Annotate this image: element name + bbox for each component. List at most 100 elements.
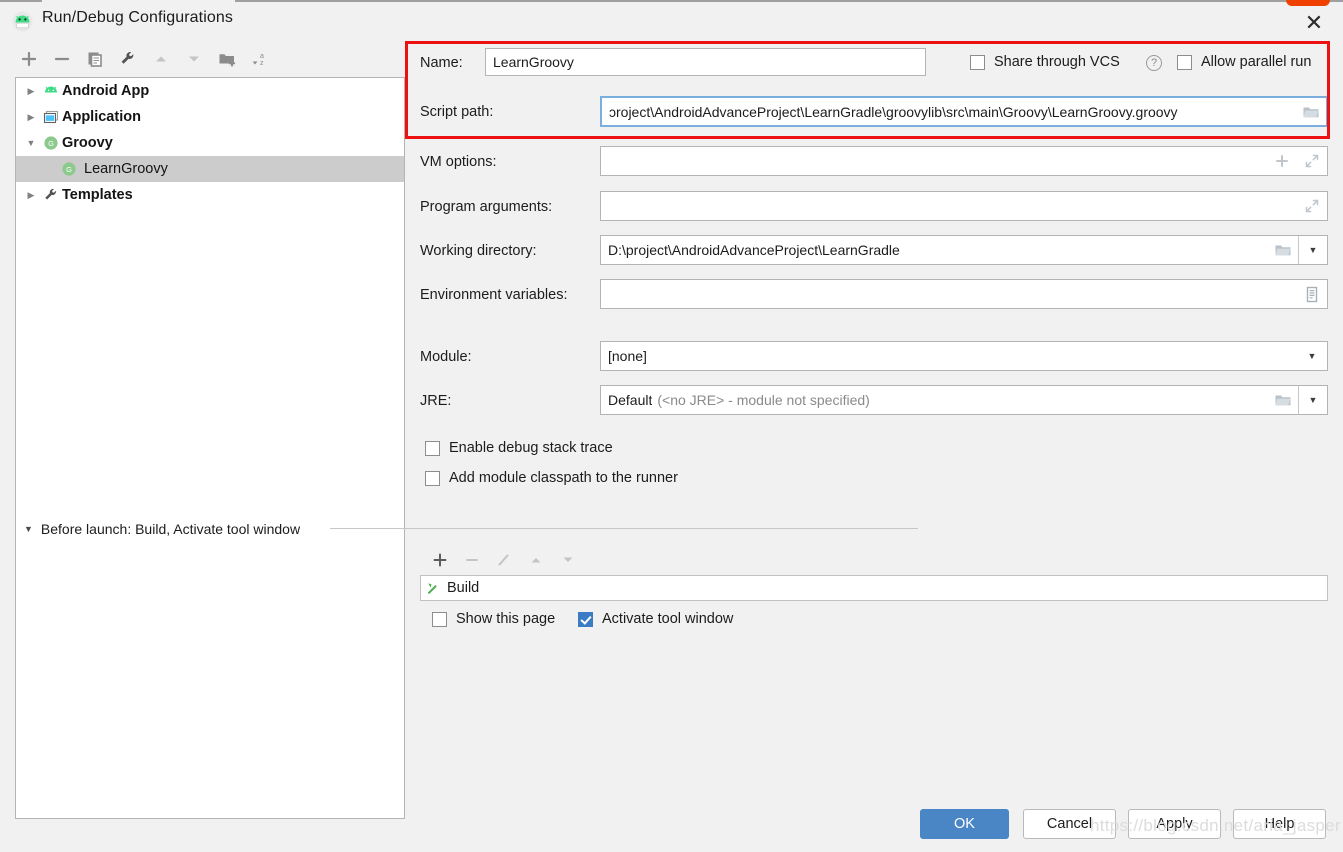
add-macro-icon[interactable] [1267,147,1297,175]
script-path-input[interactable]: ɔroject\AndroidAdvanceProject\LearnGradl… [600,96,1328,127]
chevron-right-icon[interactable]: ▶ [22,112,40,123]
groovy-icon: G [58,161,80,177]
module-value: [none] [608,348,647,364]
jre-value: Default [608,392,653,408]
allow-parallel-run-checkbox[interactable]: Allow parallel run [1177,54,1311,70]
activate-tool-window-checkbox[interactable]: Activate tool window [578,611,733,627]
checkbox-box[interactable] [425,470,440,486]
jre-dropdown[interactable]: ▼ [1298,386,1327,414]
build-hammer-icon [421,580,447,596]
show-this-page-label: Show this page [456,611,556,627]
working-directory-input[interactable]: D:\project\AndroidAdvanceProject\LearnGr… [600,235,1328,265]
android-icon [40,83,62,99]
browse-folder-icon[interactable] [1296,98,1326,125]
expand-editor-icon[interactable] [1297,147,1327,175]
move-down-button[interactable] [179,44,209,74]
before-launch-divider [330,528,918,529]
before-launch-down-button[interactable] [553,545,583,575]
tree-item-templates[interactable]: ▶ Templates [16,182,404,208]
edit-templates-button[interactable] [113,44,143,74]
name-input[interactable]: LearnGroovy [485,48,926,76]
name-label: Name: [420,55,463,71]
checkbox-box[interactable] [425,440,440,456]
chevron-down-icon[interactable]: ▼ [22,138,40,148]
before-launch-add-button[interactable] [425,545,455,575]
script-path-label: Script path: [420,104,494,120]
before-launch-edit-button[interactable] [489,545,519,575]
before-launch-task-row[interactable]: Build [420,575,1328,601]
browse-folder-icon[interactable] [1268,236,1298,264]
share-through-vcs-label: Share through VCS [994,54,1120,70]
chevron-down-icon: ▼ [1308,245,1318,255]
vm-options-input[interactable] [600,146,1328,176]
tree-item-application[interactable]: ▶ Application [16,104,404,130]
tree-item-android-app[interactable]: ▶ Android App [16,78,404,104]
before-launch-task-label: Build [447,580,480,596]
enable-debug-stack-trace-checkbox[interactable]: Enable debug stack trace [425,440,613,456]
script-path-value: ɔroject\AndroidAdvanceProject\LearnGradl… [609,103,1178,120]
show-this-page-checkbox[interactable]: Show this page [432,611,555,627]
remove-configuration-button[interactable] [47,44,77,74]
working-directory-dropdown[interactable]: ▼ [1298,236,1327,264]
run-debug-configurations-dialog: Run/Debug Configurations ✕ a z ▶ Android… [0,0,1343,852]
environment-variables-label: Environment variables: [420,287,568,303]
ok-button[interactable]: OK [920,809,1009,839]
checkbox-box[interactable] [578,611,593,627]
help-button[interactable]: Help [1233,809,1326,839]
new-folder-button[interactable] [212,44,242,74]
chevron-down-icon[interactable]: ▼ [24,524,33,534]
module-label: Module: [420,349,472,365]
close-icon[interactable]: ✕ [1300,9,1328,37]
tree-item-groovy[interactable]: ▼ G Groovy [16,130,404,156]
configurations-toolbar: a z [14,44,294,76]
expand-editor-icon[interactable] [1297,192,1327,220]
enable-debug-stack-trace-label: Enable debug stack trace [449,440,613,456]
vm-options-label: VM options: [420,154,497,170]
add-configuration-button[interactable] [14,44,44,74]
chevron-right-icon[interactable]: ▶ [22,86,40,97]
chevron-right-icon[interactable]: ▶ [22,190,40,201]
tree-item-label: Application [62,109,141,125]
tree-item-label: Groovy [62,135,113,151]
edit-variables-icon[interactable] [1297,280,1327,308]
jre-label: JRE: [420,393,452,409]
program-arguments-label: Program arguments: [420,199,553,215]
allow-parallel-run-label: Allow parallel run [1201,54,1312,70]
environment-variables-input[interactable] [600,279,1328,309]
share-through-vcs-checkbox[interactable]: Share through VCS [970,54,1120,70]
cancel-button[interactable]: Cancel [1023,809,1116,839]
tree-item-learngroovy[interactable]: G LearnGroovy [16,156,404,182]
application-icon [40,109,62,125]
module-select[interactable]: [none] ▼ [600,341,1328,371]
sort-configurations-button[interactable]: a z [245,44,275,74]
working-directory-value: D:\project\AndroidAdvanceProject\LearnGr… [608,242,900,258]
wrench-icon [40,187,62,203]
apply-button[interactable]: Apply [1128,809,1221,839]
add-module-classpath-checkbox[interactable]: Add module classpath to the runner [425,470,678,486]
configurations-tree[interactable]: ▶ Android App ▶ Application ▼ G Groovy G… [15,77,405,819]
svg-text:G: G [48,139,54,148]
before-launch-header[interactable]: ▼ Before launch: Build, Activate tool wi… [24,521,300,537]
checkbox-box[interactable] [432,611,447,627]
android-studio-icon [12,11,33,32]
jre-hint: (<no JRE> - module not specified) [657,392,870,408]
dialog-title-bar: Run/Debug Configurations ✕ [0,2,1343,40]
browse-folder-icon[interactable] [1268,386,1298,414]
before-launch-up-button[interactable] [521,545,551,575]
before-launch-title: Before launch: Build, Activate tool wind… [40,521,301,537]
before-launch-toolbar [425,545,625,573]
chevron-down-icon[interactable]: ▼ [1297,342,1327,370]
program-arguments-input[interactable] [600,191,1328,221]
move-up-button[interactable] [146,44,176,74]
working-directory-label: Working directory: [420,243,537,259]
configuration-form: Name: LearnGroovy Share through VCS ? Al… [405,41,1343,801]
groovy-icon: G [40,135,62,151]
activate-tool-window-label: Activate tool window [602,611,734,627]
before-launch-remove-button[interactable] [457,545,487,575]
jre-select[interactable]: Default (<no JRE> - module not specified… [600,385,1328,415]
help-icon[interactable]: ? [1146,55,1162,71]
checkbox-box[interactable] [970,54,985,70]
checkbox-box[interactable] [1177,54,1192,70]
svg-text:z: z [260,60,264,67]
copy-configuration-button[interactable] [80,44,110,74]
